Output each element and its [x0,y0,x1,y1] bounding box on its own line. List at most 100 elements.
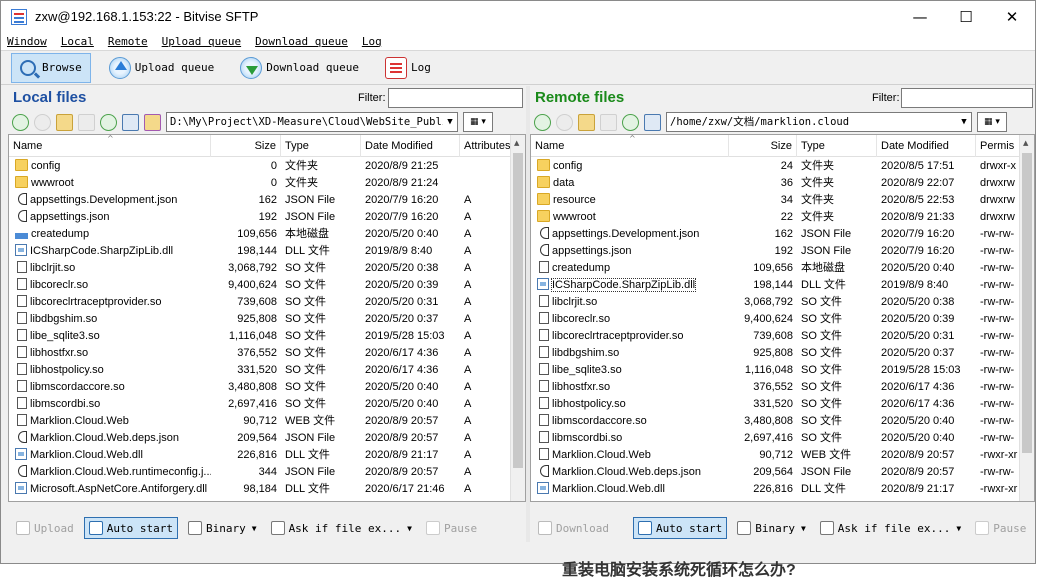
remote-file-row[interactable]: libhostfxr.so 376,552 SO 文件 2020/6/17 4:36 -… [531,379,1034,396]
home-icon[interactable] [122,113,139,131]
download-button[interactable]: Download [534,517,613,539]
remote-file-row[interactable]: libclrjit.so 3,068,792 SO 文件 2020/5/20 0:38… [531,294,1034,311]
remote-col-name[interactable]: Name [531,135,729,157]
local-overwrite-dropdown[interactable]: Ask if file ex... ▼ [267,517,416,539]
remote-filter-input[interactable] [901,88,1033,108]
remote-col-permissions[interactable]: Permis [976,135,1020,157]
remote-file-row[interactable]: Marklion.Cloud.Web.dll 226,816 DLL 文件 2020/… [531,481,1034,498]
local-file-row[interactable]: createdump 109,656 本地磁盘 2020/5/20 0:40 A [9,226,525,243]
forward-icon[interactable] [34,113,51,131]
menu-remote[interactable]: Remote [102,35,156,48]
remote-scrollbar[interactable]: ▲ [1019,135,1034,501]
local-file-row[interactable]: libdbgshim.so 925,808 SO 文件 2020/5/20 0:37 A [9,311,525,328]
new-folder-icon[interactable] [144,113,161,131]
remote-file-row[interactable]: libcoreclrtraceptprovider.so 739,608 SO 文件… [531,328,1034,345]
remote-overwrite-dropdown[interactable]: Ask if file ex... ▼ [816,517,965,539]
folder-up-icon[interactable] [578,113,595,131]
remote-file-list[interactable]: ^ Name Size Type Date Modified Permis co… [530,134,1035,502]
log-button[interactable]: Log [381,53,439,83]
local-file-row[interactable]: libclrjit.so 3,068,792 SO 文件 2020/5/20 0:38… [9,260,525,277]
remote-auto-start-toggle[interactable]: Auto start [632,517,728,539]
remote-col-date[interactable]: Date Modified [877,135,976,157]
remote-file-row[interactable]: createdump 109,656 本地磁盘 2020/5/20 0:40 -rw-r… [531,260,1034,277]
forward-icon[interactable] [556,113,573,131]
chevron-down-icon[interactable]: ▼ [443,113,457,131]
remote-file-row[interactable]: appsettings.Development.json 162 JSON File… [531,226,1034,243]
remote-view-mode-button[interactable]: ▦ ▾ [977,112,1007,132]
menu-log[interactable]: Log [356,35,390,48]
remote-pause-button[interactable]: Pause [971,517,1030,539]
title-bar[interactable]: zxw@192.168.1.153:22 - Bitvise SFTP — ☐ … [1,1,1035,32]
local-file-row[interactable]: libe_sqlite3.so 1,116,048 SO 文件 2019/5/28 1… [9,328,525,345]
remote-file-row[interactable]: appsettings.json 192 JSON File 2020/7/9 16:… [531,243,1034,260]
minimize-button[interactable]: — [897,1,943,32]
refresh-icon[interactable] [622,113,639,131]
local-file-row[interactable]: Marklion.Cloud.Web.dll 226,816 DLL 文件 2020/… [9,447,525,464]
local-binary-dropdown[interactable]: Binary ▼ [184,517,261,539]
stop-icon[interactable] [600,113,617,131]
local-file-row[interactable]: appsettings.json 192 JSON File 2020/7/9 16:… [9,209,525,226]
upload-queue-button[interactable]: Upload queue [105,53,222,83]
remote-col-type[interactable]: Type [797,135,877,157]
local-file-row[interactable]: Marklion.Cloud.Web.deps.json 209,564 JSON … [9,430,525,447]
local-col-date[interactable]: Date Modified [361,135,460,157]
remote-scroll-thumb[interactable] [1022,153,1032,453]
stop-icon[interactable] [78,113,95,131]
remote-path-field[interactable]: /home/zxw/文档/marklion.cloud ▼ [666,112,972,132]
local-view-mode-button[interactable]: ▦ ▾ [463,112,493,132]
remote-file-row[interactable]: libmscordaccore.so 3,480,808 SO 文件 2020/5/2… [531,413,1034,430]
download-queue-button[interactable]: Download queue [236,53,367,83]
chevron-down-icon[interactable]: ▼ [957,113,971,131]
remote-file-row[interactable]: libhostpolicy.so 331,520 SO 文件 2020/6/17 4:… [531,396,1034,413]
menu-download-queue[interactable]: Download queue [249,35,356,48]
back-icon[interactable] [534,113,551,131]
local-file-row[interactable]: libhostfxr.so 376,552 SO 文件 2020/6/17 4:36 A [9,345,525,362]
local-col-name[interactable]: Name [9,135,211,157]
local-file-row[interactable]: appsettings.Development.json 162 JSON File… [9,192,525,209]
local-auto-start-toggle[interactable]: Auto start [83,517,178,539]
local-file-row[interactable]: libhostpolicy.so 331,520 SO 文件 2020/6/17 4:… [9,362,525,379]
local-file-list[interactable]: ^ Name Size Type Date Modified Attribute… [8,134,526,502]
close-button[interactable]: ✕ [989,1,1035,32]
local-filter-input[interactable] [388,88,523,108]
local-file-row[interactable]: Marklion.Cloud.Web.runtimeconfig.j... 344… [9,464,525,481]
remote-file-row[interactable]: Marklion.Cloud.Web.deps.json 209,564 JSON … [531,464,1034,481]
upload-button[interactable]: Upload [12,517,78,539]
remote-file-row[interactable]: libe_sqlite3.so 1,116,048 SO 文件 2019/5/28 1… [531,362,1034,379]
remote-file-row[interactable]: libcoreclr.so 9,400,624 SO 文件 2020/5/20 0:3… [531,311,1034,328]
remote-binary-dropdown[interactable]: Binary ▼ [733,517,810,539]
remote-file-row[interactable]: libmscordbi.so 2,697,416 SO 文件 2020/5/20 0:… [531,430,1034,447]
remote-file-row[interactable]: ICSharpCode.SharpZipLib.dll 198,144 DLL 文件… [531,277,1034,294]
local-file-row[interactable]: libcoreclrtraceptprovider.so 739,608 SO 文件… [9,294,525,311]
remote-file-row[interactable]: resource 34 文件夹 2020/8/5 22:53 drwxrw [531,192,1034,209]
back-icon[interactable] [12,113,29,131]
local-col-type[interactable]: Type [281,135,361,157]
menu-window[interactable]: Window [1,35,55,48]
local-file-row[interactable]: libcoreclr.so 9,400,624 SO 文件 2020/5/20 0:3… [9,277,525,294]
local-path-field[interactable]: D:\My\Project\XD-Measure\Cloud\WebSite_P… [166,112,458,132]
remote-file-row[interactable]: config 24 文件夹 2020/8/5 17:51 drwxr-x [531,158,1034,175]
folder-up-icon[interactable] [56,113,73,131]
remote-file-row[interactable]: wwwroot 22 文件夹 2020/8/9 21:33 drwxrw [531,209,1034,226]
remote-file-row[interactable]: libdbgshim.so 925,808 SO 文件 2020/5/20 0:37 -… [531,345,1034,362]
local-file-row[interactable]: Marklion.Cloud.Web 90,712 WEB 文件 2020/8/9 2… [9,413,525,430]
local-file-row[interactable]: libmscordaccore.so 3,480,808 SO 文件 2020/5/2… [9,379,525,396]
maximize-button[interactable]: ☐ [943,1,989,32]
remote-file-row[interactable]: Marklion.Cloud.Web 90,712 WEB 文件 2020/8/9 2… [531,447,1034,464]
local-file-row[interactable]: Microsoft.AspNetCore.Antiforgery.dll 98,1… [9,481,525,498]
remote-file-row[interactable]: data 36 文件夹 2020/8/9 22:07 drwxrw [531,175,1034,192]
remote-col-size[interactable]: Size [729,135,797,157]
local-col-attributes[interactable]: Attributes [460,135,512,157]
local-file-row[interactable]: wwwroot 0 文件夹 2020/8/9 21:24 [9,175,525,192]
menu-upload-queue[interactable]: Upload queue [156,35,249,48]
local-file-row[interactable]: libmscordbi.so 2,697,416 SO 文件 2020/5/20 0:… [9,396,525,413]
local-file-row[interactable]: ICSharpCode.SharpZipLib.dll 198,144 DLL 文件… [9,243,525,260]
browse-button[interactable]: Browse [11,52,91,83]
home-icon[interactable] [644,113,661,131]
local-pause-button[interactable]: Pause [422,517,481,539]
local-col-size[interactable]: Size [211,135,281,157]
local-file-row[interactable]: config 0 文件夹 2020/8/9 21:25 [9,158,525,175]
local-scrollbar[interactable]: ▲ [510,135,525,501]
menu-local[interactable]: Local [55,35,102,48]
refresh-icon[interactable] [100,113,117,131]
